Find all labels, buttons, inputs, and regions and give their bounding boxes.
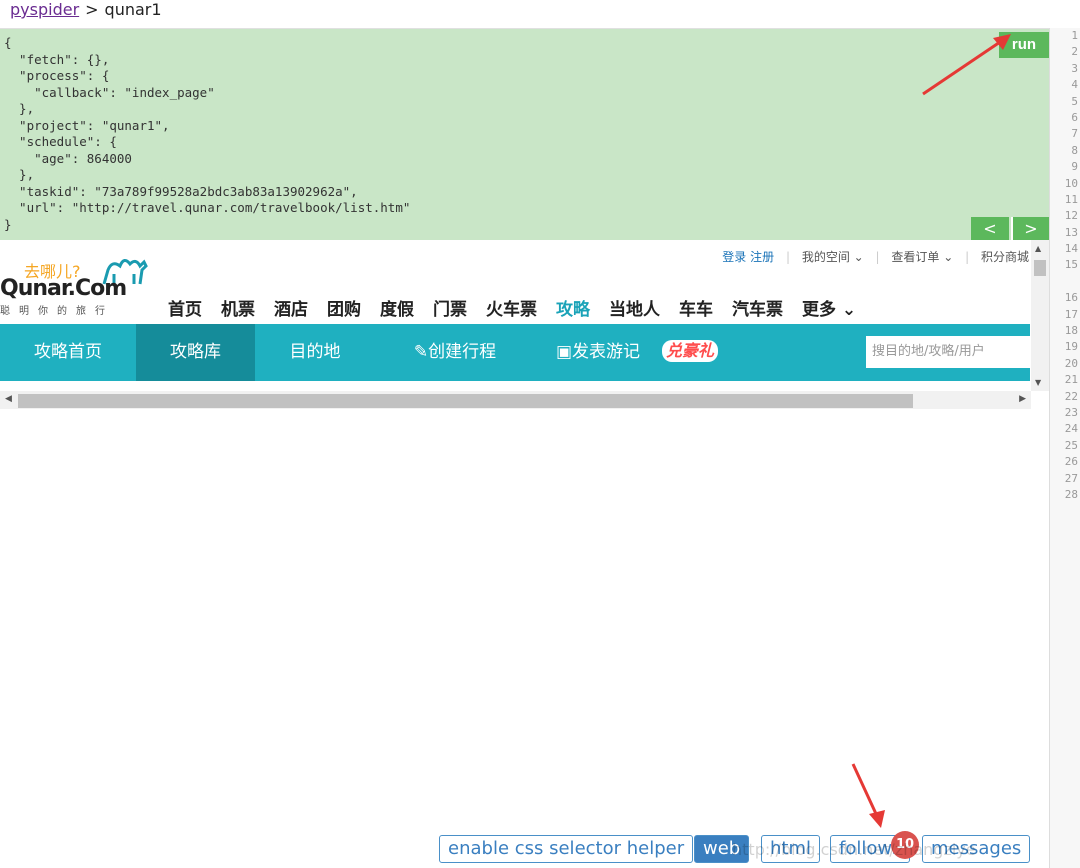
line-number [1050,274,1078,290]
qunar-search-input[interactable]: 搜目的地/攻略/用户 [866,336,1030,368]
line-number: 16 [1064,291,1078,305]
subnav-post-travelogue[interactable]: ▣发表游记 [543,324,653,381]
line-number: 11 [1064,192,1078,206]
task-json-line: }, [4,167,35,182]
edit-icon: ✎ [413,342,429,362]
scroll-up-icon[interactable]: ▲ [1035,244,1041,253]
task-json-text[interactable]: { "fetch": {}, "process": { "callback": … [4,35,410,233]
main-nav-item[interactable]: 酒店 [274,300,308,320]
line-number: 1 [1071,29,1078,42]
subnav-post-travelogue-label: 发表游记 [572,342,641,362]
task-json-line: "project": "qunar1", [4,117,170,133]
watermark-text: http://blog.csdn.net/zhangziye [732,840,976,859]
qunar-logo-en[interactable]: Qunar.Com [0,276,127,301]
line-number: 5 [1071,94,1078,108]
next-task-button[interactable]: > [1011,217,1049,241]
scroll-right-icon[interactable]: ▶ [1019,394,1026,404]
task-json-line: "url": "http://travel.qunar.com/travelbo… [4,200,411,215]
line-number: 18 [1064,324,1078,338]
line-number: 22 [1064,389,1078,403]
breadcrumb-root-link[interactable]: pyspider [10,0,79,19]
line-number: 6 [1071,110,1078,124]
qunar-topbar: 登录 注册 | 我的空间 ⌄ | 查看订单 ⌄ | 积分商城 [722,250,1029,264]
hscroll-thumb[interactable] [18,394,913,408]
annotation-arrow-follows [851,763,885,828]
main-nav-item[interactable]: 度假 [380,300,414,320]
line-number: 9 [1071,160,1078,174]
main-nav-item[interactable]: 团购 [327,300,361,320]
line-number: 10 [1064,176,1078,190]
main-nav-item[interactable]: 门票 [433,300,467,320]
task-json-line: { [4,35,12,50]
login-link[interactable]: 登录 [722,250,746,264]
line-number: 25 [1064,438,1078,452]
line-number: 4 [1071,78,1078,92]
orders-link[interactable]: 查看订单 ⌄ [891,250,953,264]
prev-task-button[interactable]: < [971,217,1009,241]
subnav-guide-library[interactable]: 攻略库 [136,324,255,381]
breadcrumb: pyspider > qunar1 [10,0,162,26]
line-number: 8 [1071,143,1078,157]
task-json-line: "schedule": { [4,134,117,149]
task-json-line: "age": 864000 [4,150,132,166]
qunar-logo-slogan: 聪明你的旅行 [0,306,114,317]
line-number: 7 [1071,127,1078,141]
main-nav-item[interactable]: 当地人 [609,300,660,320]
run-button[interactable]: run [999,32,1049,58]
main-nav-item[interactable]: 首页 [168,300,202,320]
note-icon: ▣ [555,342,573,362]
task-json-line: "process": { [4,68,110,83]
line-number: 27 [1064,471,1078,485]
line-number: 3 [1071,61,1078,75]
main-nav-item[interactable]: 汽车票 [732,300,783,320]
line-number: 13 [1064,225,1078,239]
preview-vertical-scrollbar[interactable]: ▲ ▼ [1031,240,1049,391]
line-number: 14 [1064,242,1078,256]
scroll-down-icon[interactable]: ▼ [1035,378,1041,387]
task-json-line: } [4,216,12,232]
line-number: 2 [1071,45,1078,59]
main-nav-item[interactable]: 攻略 [556,300,590,320]
web-preview-frame[interactable]: 登录 注册 | 我的空间 ⌄ | 查看订单 ⌄ | 积分商城 去哪儿? Quna… [0,240,1049,410]
line-number-gutter: 1 2 3 4 5 6 7 8 9 10 11 12 13 14 15 16 17 18 19 20 21 22 23 24 2… [1049,28,1080,868]
subnav-guide-home[interactable]: 攻略首页 [0,324,136,381]
pyspider-debugger: pyspider > qunar1 { "fetch": {}, "process"… [0,0,1080,868]
line-number: 24 [1064,422,1078,436]
line-number: 28 [1064,487,1078,501]
main-nav-item[interactable]: 火车票 [486,300,537,320]
line-number: 26 [1064,455,1078,469]
line-number: 12 [1064,209,1078,223]
register-link[interactable]: 注册 [750,250,774,264]
main-nav-item[interactable]: 更多 ⌄ [802,300,856,320]
task-json-line: "callback": "index_page" [4,84,215,100]
scroll-left-icon[interactable]: ◀ [5,394,12,404]
line-number: 21 [1064,373,1078,387]
line-number: 23 [1064,405,1078,419]
subnav-create-trip-label: 创建行程 [428,342,497,362]
css-selector-helper-button[interactable]: enable css selector helper [439,835,694,863]
line-number: 19 [1064,340,1078,354]
main-nav-item[interactable]: 车车 [679,300,713,320]
breadcrumb-project: qunar1 [104,0,162,19]
points-link[interactable]: 积分商城 [981,250,1029,264]
line-number: 20 [1064,356,1078,370]
task-json-line: "fetch": {}, [4,51,110,67]
qunar-sub-nav: 攻略首页 攻略库 目的地 ✎创建行程 ▣发表游记 兑豪礼 搜目的地/攻略/用户 [0,324,1030,381]
breadcrumb-separator: > [85,0,99,19]
qunar-main-nav: 首页 机票 酒店 团购 度假 门票 火车票 攻略 当地人 车车 汽车票 更多 ⌄ [168,295,875,320]
task-json-panel[interactable]: { "fetch": {}, "process": { "callback": … [0,28,1049,241]
line-number: 17 [1064,307,1078,321]
task-json-line: }, [4,101,35,116]
preview-horizontal-scrollbar[interactable]: ◀ ▶ [0,391,1031,409]
subnav-create-trip[interactable]: ✎创建行程 [400,324,510,381]
main-nav-item[interactable]: 机票 [221,300,255,320]
my-space-link[interactable]: 我的空间 ⌄ [802,250,864,264]
task-json-line: "taskid": "73a789f99528a2bdc3ab83a139029… [4,183,358,199]
subnav-destination[interactable]: 目的地 [255,324,375,381]
gift-badge[interactable]: 兑豪礼 [662,340,719,362]
scroll-thumb[interactable] [1034,260,1046,276]
line-number: 15 [1064,258,1078,272]
